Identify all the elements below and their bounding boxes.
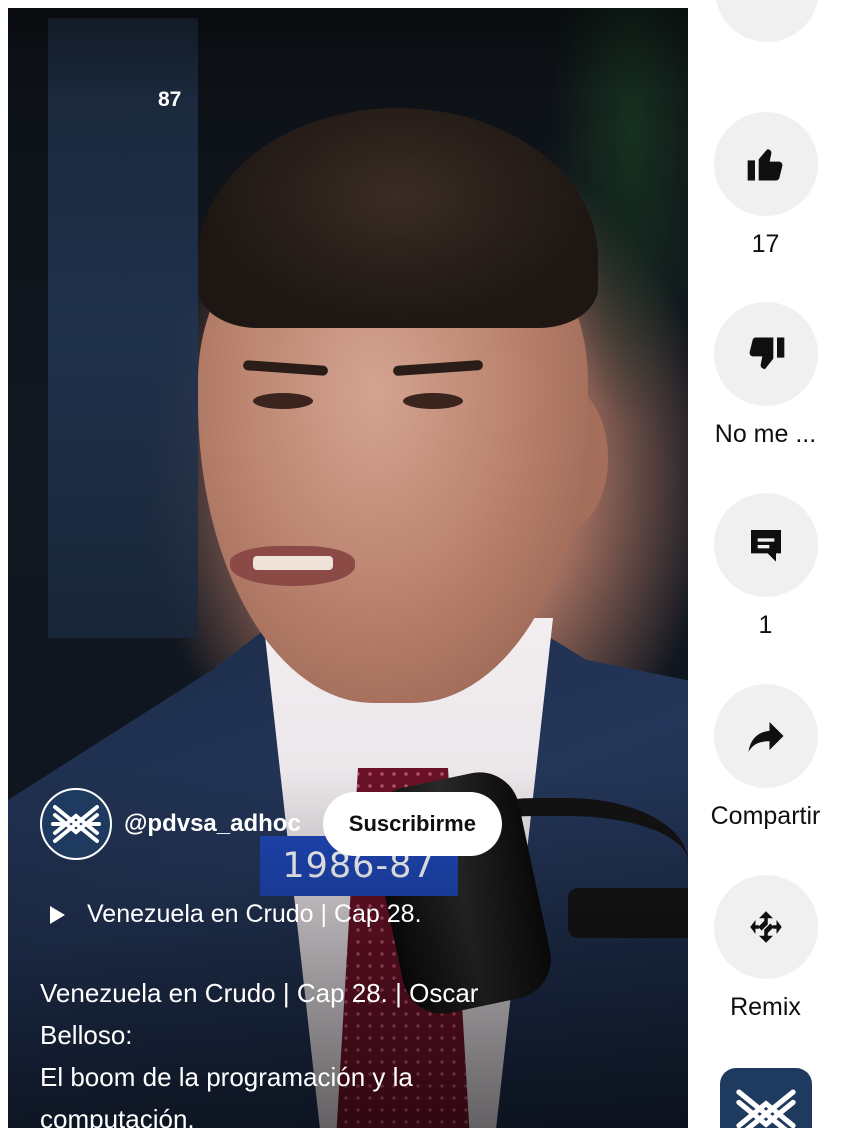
comment-icon [750, 530, 781, 562]
share-button[interactable] [713, 684, 818, 788]
like-count: 17 [751, 230, 780, 258]
comments-action: 1 [688, 493, 843, 640]
like-button[interactable] [713, 112, 818, 216]
description-line: Venezuela en Crudo | Cap 28. | Oscar Bel… [40, 978, 479, 1050]
speaker-eye-left [253, 393, 313, 409]
view-count: 87 [158, 88, 182, 111]
comments-button[interactable] [713, 493, 818, 597]
pdvsa-logo-icon [736, 1089, 796, 1128]
remix-label: Remix [730, 993, 801, 1021]
description-line: El boom de la programación y la [40, 1062, 413, 1092]
dislike-label: No me ... [714, 420, 817, 448]
thumbs-down-icon [749, 337, 784, 370]
video-description[interactable]: Venezuela en Crudo | Cap 28. | Oscar Bel… [40, 972, 540, 1128]
remix-action: Remix [688, 875, 843, 1022]
dislike-action: No me ... [688, 302, 843, 449]
channel-thumbnail[interactable] [720, 1068, 812, 1128]
dislike-button[interactable] [713, 302, 818, 406]
speaker-hair [198, 108, 598, 328]
share-label: Compartir [710, 802, 821, 830]
short-video-player[interactable]: 1986-87 87 [8, 8, 688, 1128]
action-column: 17 No me ... 1 Compartir Remix [688, 0, 843, 1128]
more-options-button[interactable] [715, 0, 819, 42]
channel-row: @pdvsa_adhoc Suscribirme [40, 788, 502, 860]
playlist-label: Venezuela en Crudo | Cap 28. [87, 900, 422, 928]
share-action: Compartir [688, 684, 843, 831]
like-action: 17 [688, 112, 843, 259]
speaker-teeth [253, 556, 333, 570]
channel-handle[interactable]: @pdvsa_adhoc [124, 810, 301, 838]
pdvsa-logo-icon [51, 805, 101, 843]
description-line: computación. [40, 1104, 195, 1128]
thumbs-up-icon [747, 149, 782, 181]
channel-avatar[interactable] [40, 788, 112, 860]
share-arrow-icon [748, 722, 783, 752]
play-icon [50, 905, 65, 924]
comment-count: 1 [758, 611, 773, 639]
subscribe-button[interactable]: Suscribirme [322, 792, 502, 856]
playlist-link[interactable]: Venezuela en Crudo | Cap 28. [50, 900, 422, 929]
top-gradient [8, 8, 688, 98]
speaker-eye-right [403, 393, 463, 409]
remix-icon [749, 911, 782, 943]
remix-button[interactable] [713, 875, 818, 979]
